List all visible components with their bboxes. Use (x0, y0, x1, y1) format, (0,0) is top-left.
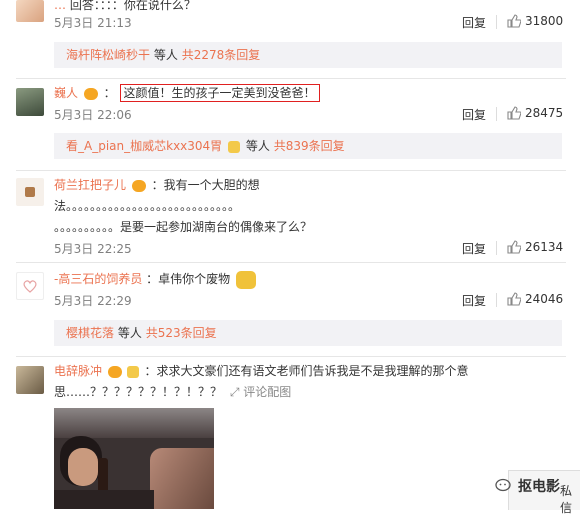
reply-users[interactable]: 樱棋花落 (66, 326, 114, 340)
like-count: 31800 (525, 14, 564, 28)
avatar[interactable] (16, 0, 44, 22)
like-count: 26134 (525, 240, 564, 254)
username[interactable]: -高三石的饲养员 (54, 272, 142, 286)
comment-text-line2: 法。。。。。。。。。。。。。。。。。。。。。。。。。。。。 (54, 199, 241, 213)
divider-line (496, 107, 497, 121)
reply-count[interactable]: 共2278条回复 (182, 48, 261, 62)
divider (16, 356, 566, 357)
comment-text-line1: ：我有一个大胆的想 (151, 178, 260, 192)
reply-button[interactable]: 回复 (462, 14, 486, 31)
reply-button[interactable]: 回复 (462, 106, 486, 123)
comment-time: 5月3日 22:29 (54, 294, 132, 308)
comment-text: ：卓伟你个废物 (146, 272, 231, 286)
reply-users[interactable]: 看_A_pian_枷威芯kxx304胃 (66, 139, 222, 153)
divider (16, 262, 566, 263)
username[interactable]: 巍人 (54, 86, 78, 100)
view-image-link[interactable]: ⤢ 评论配图 (230, 385, 291, 399)
username[interactable]: 荷兰扛把子儿 (54, 178, 126, 192)
avatar[interactable] (16, 178, 44, 206)
reply-count[interactable]: 共839条回复 (274, 139, 345, 153)
reply-users[interactable]: 海杆阵松崎秒干 (66, 48, 150, 62)
comment-image[interactable] (54, 408, 214, 509)
comment-body: 荷兰扛把子儿 ：我有一个大胆的想 法。。。。。。。。。。。。。。。。。。。。。。… (54, 175, 312, 238)
reply-count[interactable]: 共523条回复 (146, 326, 217, 340)
wechat-icon (495, 478, 511, 492)
comment-text: 这颜值！生的孩子一定美到没爸爸！ (119, 84, 320, 102)
comment-header: 巍人 ： 这颜值！生的孩子一定美到没爸爸！ (54, 84, 320, 102)
comment-text: 回答：：：：你在说什么？ (69, 0, 196, 12)
reply-others: 等人 (153, 48, 178, 62)
username[interactable]: … (54, 0, 66, 12)
emoji-icon (228, 140, 241, 153)
vip-badge-icon (131, 179, 146, 192)
reply-button[interactable]: 回复 (462, 292, 486, 309)
doge-emoji-icon (236, 270, 257, 289)
divider-line (496, 293, 497, 307)
like-count: 28475 (525, 106, 564, 120)
comment-text-line1: ：求求大文豪们还有语文老师们告诉我是不是我理解的那个意 (144, 364, 469, 378)
reply-summary[interactable]: 海杆阵松崎秒干 等人 共2278条回复 (54, 42, 562, 68)
comment-time: 5月3日 22:25 (54, 242, 132, 256)
thumbs-up-icon[interactable] (507, 240, 521, 254)
comment-body: 电辞脉冲 ：求求大文豪们还有语文老师们告诉我是不是我理解的那个意 思……？？？？… (54, 361, 469, 403)
comment-time: 5月3日 21:13 (54, 16, 132, 30)
watermark-text: 抠电影 (518, 479, 560, 495)
comment-text-line2: 思……？？？？？？！？！？？ (54, 385, 223, 399)
view-image-label: 评论配图 (243, 385, 292, 399)
reply-others: 等人 (117, 326, 142, 340)
private-message-link[interactable]: 私信 (560, 482, 580, 516)
divider (16, 78, 566, 79)
comment-header: -高三石的饲养员 ：卓伟你个废物 (54, 270, 257, 289)
thumbs-up-icon[interactable] (507, 106, 521, 120)
thumbs-up-icon[interactable] (507, 292, 521, 306)
username[interactable]: 电辞脉冲 (54, 364, 102, 378)
watermark: 抠电影 (495, 476, 560, 496)
comment-text-line3: 。。。。。。。。。。是要一起参加湖南台的偶像来了么？ (54, 220, 313, 234)
avatar[interactable] (16, 272, 44, 300)
divider-line (496, 241, 497, 255)
avatar[interactable] (16, 366, 44, 394)
reply-others: 等人 (245, 139, 270, 153)
like-count: 24046 (525, 292, 564, 306)
avatar[interactable] (16, 88, 44, 116)
vip-badge-icon (107, 365, 122, 378)
reply-summary[interactable]: 看_A_pian_枷威芯kxx304胃 等人 共839条回复 (54, 133, 562, 159)
heart-icon (23, 280, 37, 293)
comment-time: 5月3日 22:06 (54, 108, 132, 122)
comment-header: … 回答：：：：你在说什么？ (54, 0, 196, 13)
vip-badge-icon (83, 87, 98, 100)
reply-button[interactable]: 回复 (462, 240, 486, 257)
thumbs-up-icon[interactable] (507, 14, 521, 28)
image-icon: ⤢ (229, 385, 240, 399)
divider-line (496, 15, 497, 29)
reply-summary[interactable]: 樱棋花落 等人 共523条回复 (54, 320, 562, 346)
divider (16, 170, 566, 171)
emoji-icon (126, 365, 139, 378)
